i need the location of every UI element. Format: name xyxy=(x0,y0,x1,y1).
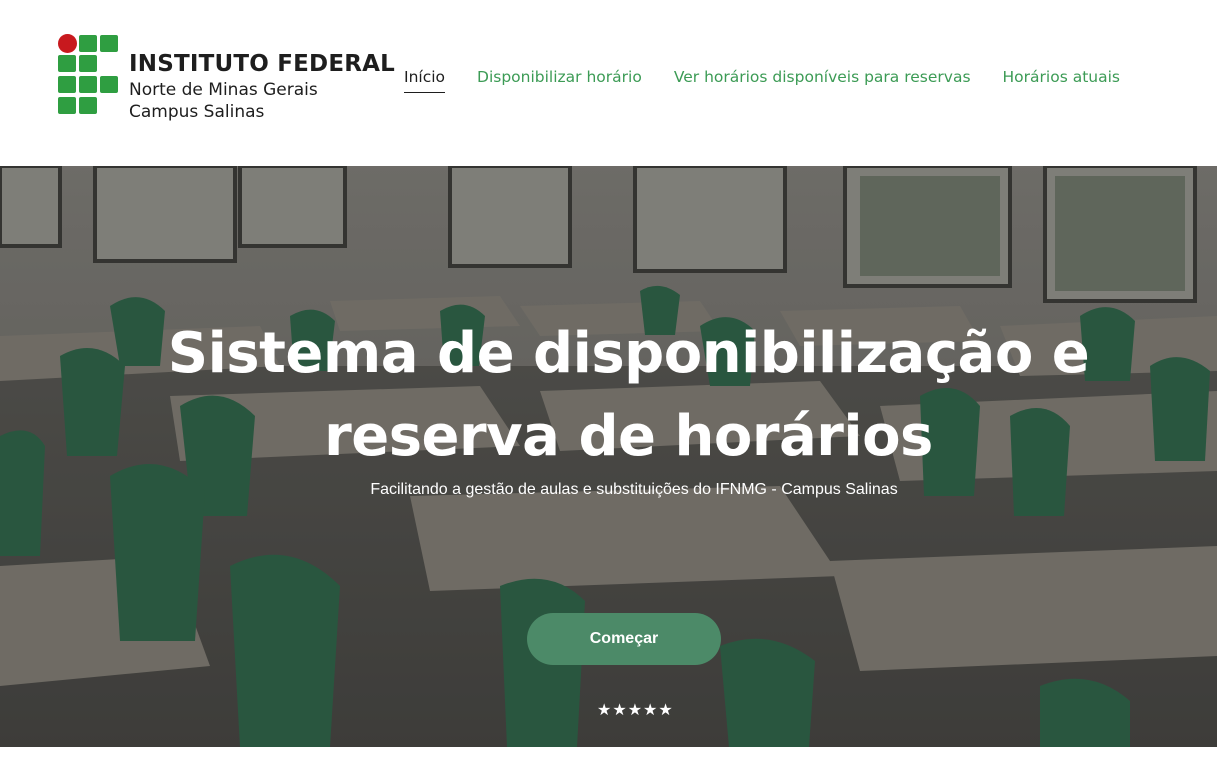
main-nav: Início Disponibilizar horário Ver horári… xyxy=(404,67,1120,93)
rating-stars-icon: ★★★★★ xyxy=(597,700,674,719)
nav-link-disponibilizar-horario[interactable]: Disponibilizar horário xyxy=(477,67,642,93)
logo-title: INSTITUTO FEDERAL xyxy=(129,51,396,77)
ifnmg-logo[interactable]: INSTITUTO FEDERAL Norte de Minas Gerais … xyxy=(58,34,395,122)
nav-link-inicio[interactable]: Início xyxy=(404,67,446,93)
logo-text: INSTITUTO FEDERAL Norte de Minas Gerais … xyxy=(129,49,396,123)
hero-subtitle: Facilitando a gestão de aulas e substitu… xyxy=(370,481,898,498)
logo-mark-icon xyxy=(58,34,120,116)
logo-subtitle-region: Norte de Minas Gerais xyxy=(129,80,318,100)
comecar-button[interactable]: Começar xyxy=(527,613,721,665)
hero-section: Sistema de disponibilização e reserva de… xyxy=(0,166,1217,747)
nav-link-horarios-atuais[interactable]: Horários atuais xyxy=(1003,67,1120,93)
site-header: INSTITUTO FEDERAL Norte de Minas Gerais … xyxy=(0,0,1217,166)
nav-link-ver-horarios-disponiveis[interactable]: Ver horários disponíveis para reservas xyxy=(674,67,971,93)
logo-subtitle-campus: Campus Salinas xyxy=(129,102,265,122)
hero-title: Sistema de disponibilização e reserva de… xyxy=(167,321,1090,469)
